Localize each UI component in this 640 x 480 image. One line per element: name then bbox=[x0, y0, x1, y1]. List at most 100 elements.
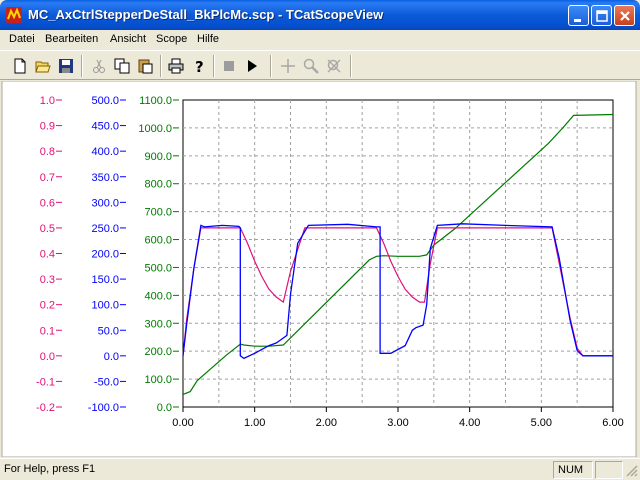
crosshair-button[interactable] bbox=[278, 56, 298, 76]
x-tick-label: 4.00 bbox=[459, 417, 480, 429]
y-tick-label: 0.2 bbox=[40, 300, 55, 312]
y-tick-label: 0.1 bbox=[40, 325, 55, 337]
y-tick-label: 1.0 bbox=[40, 95, 55, 107]
window-title: MC_AxCtrlStepperDeStall_BkPlcMc.scp - TC… bbox=[28, 7, 384, 22]
y-tick-label: 500.0 bbox=[91, 95, 119, 107]
y-tick-label: 700.0 bbox=[144, 207, 172, 219]
toolbar-separator bbox=[160, 55, 162, 77]
scope-view: 1.0 0.9 0.8 0.7 0.6 0.5 0.4 0.3 0.2 0.1 0.0 -0.1 -0.… bbox=[0, 81, 640, 457]
x-tick-label: 6.00 bbox=[602, 417, 623, 429]
y-tick-label: 0.0 bbox=[40, 351, 55, 363]
num-lock-pane: NUM bbox=[553, 461, 593, 479]
resize-grip-icon[interactable] bbox=[626, 465, 638, 477]
new-button[interactable] bbox=[10, 56, 30, 76]
print-button[interactable] bbox=[166, 56, 186, 76]
menu-bearbeiten[interactable]: Bearbeiten bbox=[45, 33, 98, 45]
toolbar-separator bbox=[350, 55, 352, 77]
app-icon bbox=[6, 7, 22, 23]
run-icon bbox=[248, 60, 257, 72]
svg-text:?: ? bbox=[195, 58, 204, 74]
y-tick-label: 50.0 bbox=[98, 325, 119, 337]
y-tick-label: 0.9 bbox=[40, 121, 55, 133]
y-tick-label: 100.0 bbox=[144, 374, 172, 386]
y-tick-label: 600.0 bbox=[144, 235, 172, 247]
zoom-reset-icon bbox=[327, 59, 341, 73]
zoom-reset-button[interactable] bbox=[324, 56, 344, 76]
menu-scope[interactable]: Scope bbox=[156, 33, 187, 45]
menu-hilfe[interactable]: Hilfe bbox=[197, 33, 219, 45]
y-tick-label: 100.0 bbox=[91, 300, 119, 312]
menu-datei[interactable]: Datei bbox=[9, 33, 35, 45]
toolbar-separator bbox=[270, 55, 272, 77]
y-tick-label: 450.0 bbox=[91, 121, 119, 133]
toolbar: ? bbox=[0, 50, 640, 80]
x-tick-label: 3.00 bbox=[387, 417, 408, 429]
y-tick-label: -100.0 bbox=[88, 402, 119, 414]
y-tick-label: 0.5 bbox=[40, 223, 55, 235]
print-icon bbox=[168, 58, 184, 74]
y-tick-label: -50.0 bbox=[94, 376, 119, 388]
y-tick-label: 0.0 bbox=[157, 402, 172, 414]
x-tick-label: 5.00 bbox=[531, 417, 552, 429]
y-tick-label: 200.0 bbox=[144, 346, 172, 358]
new-icon bbox=[14, 58, 26, 74]
num-lock-indicator: NUM bbox=[558, 464, 584, 476]
stop-button[interactable] bbox=[219, 56, 239, 76]
status-text: For Help, press F1 bbox=[4, 463, 96, 475]
y-tick-label: 0.8 bbox=[40, 146, 55, 158]
y-tick-label: 0.3 bbox=[40, 274, 55, 286]
status-bar: For Help, press F1 NUM bbox=[0, 458, 640, 480]
y-tick-label: 0.6 bbox=[40, 197, 55, 209]
y-tick-label: 300.0 bbox=[91, 197, 119, 209]
open-button[interactable] bbox=[33, 56, 53, 76]
open-icon bbox=[35, 61, 51, 73]
paste-button[interactable] bbox=[135, 56, 155, 76]
y-tick-label: -0.1 bbox=[36, 376, 55, 388]
cut-icon bbox=[93, 59, 105, 73]
x-tick-label: 0.00 bbox=[172, 417, 193, 429]
y-tick-label: 1000.0 bbox=[138, 123, 172, 135]
x-tick-label: 1.00 bbox=[244, 417, 265, 429]
y-tick-label: 150.0 bbox=[91, 274, 119, 286]
run-button[interactable] bbox=[242, 56, 262, 76]
zoom-button[interactable] bbox=[301, 56, 321, 76]
help-icon: ? bbox=[195, 58, 204, 74]
cut-button[interactable] bbox=[89, 56, 109, 76]
menu-ansicht[interactable]: Ansicht bbox=[110, 33, 146, 45]
y-tick-label: 250.0 bbox=[91, 223, 119, 235]
save-icon bbox=[59, 59, 73, 73]
close-button[interactable] bbox=[614, 5, 635, 26]
y-tick-label: 800.0 bbox=[144, 179, 172, 191]
y-tick-label: 200.0 bbox=[91, 249, 119, 261]
y-tick-label: 0.7 bbox=[40, 172, 55, 184]
title-bar[interactable]: MC_AxCtrlStepperDeStall_BkPlcMc.scp - TC… bbox=[0, 0, 640, 30]
toolbar-separator bbox=[213, 55, 215, 77]
scope-window: MC_AxCtrlStepperDeStall_BkPlcMc.scp - TC… bbox=[0, 0, 640, 480]
copy-button[interactable] bbox=[112, 56, 132, 76]
status-pane-empty bbox=[595, 461, 623, 479]
y-tick-label: 300.0 bbox=[144, 318, 172, 330]
maximize-icon bbox=[596, 10, 608, 22]
menu-bar: Datei Bearbeiten Ansicht Scope Hilfe bbox=[0, 30, 640, 49]
y-tick-label: -0.2 bbox=[36, 402, 55, 414]
y-tick-label: 1100.0 bbox=[139, 95, 172, 107]
toolbar-separator bbox=[81, 55, 83, 77]
minimize-button[interactable] bbox=[568, 5, 589, 26]
zoom-icon bbox=[303, 58, 319, 74]
y-tick-label: 900.0 bbox=[144, 151, 172, 163]
save-button[interactable] bbox=[56, 56, 76, 76]
help-button[interactable]: ? bbox=[189, 56, 209, 76]
x-tick-label: 2.00 bbox=[316, 417, 337, 429]
copy-icon bbox=[114, 58, 130, 74]
y-tick-label: 400.0 bbox=[144, 290, 172, 302]
maximize-button[interactable] bbox=[591, 5, 612, 26]
y-tick-label: 400.0 bbox=[91, 146, 119, 158]
crosshair-icon bbox=[281, 59, 295, 73]
y-tick-label: 350.0 bbox=[91, 172, 119, 184]
y-tick-label: 500.0 bbox=[144, 262, 172, 274]
close-icon bbox=[620, 11, 630, 21]
scope-chart[interactable]: 1.0 0.9 0.8 0.7 0.6 0.5 0.4 0.3 0.2 0.1 0.0 -0.1 -0.… bbox=[0, 81, 640, 457]
minimize-icon bbox=[574, 19, 581, 22]
y-tick-label: 0.0 bbox=[104, 351, 119, 363]
stop-icon bbox=[224, 61, 234, 71]
